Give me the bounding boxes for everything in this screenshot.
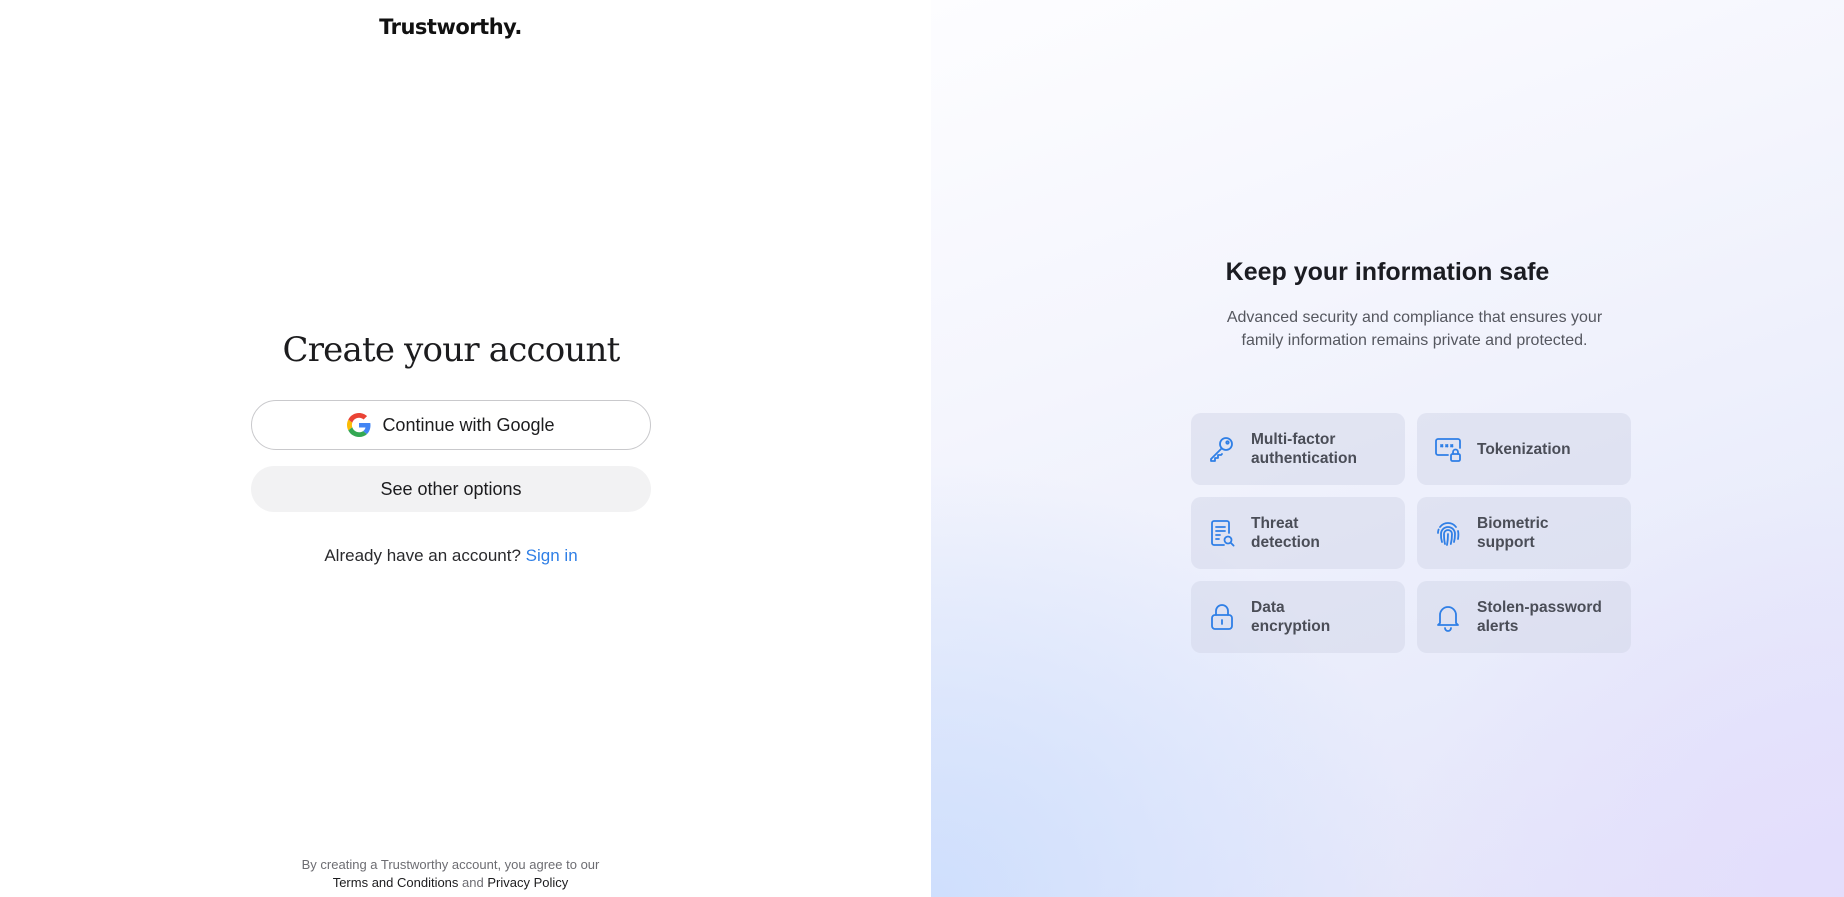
token-lock-icon [1435, 438, 1461, 462]
feature-label: Stolen-password alerts [1477, 599, 1602, 635]
signin-link[interactable]: Sign in [526, 546, 578, 565]
feature-label: Data encryption [1251, 599, 1331, 635]
signup-pane: Trustworthy. Create your account Continu… [0, 0, 931, 897]
key-icon [1210, 437, 1233, 462]
feature-tile-mfa: Multi-factor authentication [1191, 413, 1405, 485]
legal-line: By creating a Trustworthy account, you a… [301, 857, 600, 872]
feature-tile-password-alerts: Stolen-password alerts [1417, 581, 1631, 653]
brand-logo[interactable]: Trustworthy. [0, 15, 901, 39]
feature-label: Threat detection [1251, 515, 1320, 551]
promo-pane: Keep your information safe Advanced secu… [931, 0, 1844, 897]
terms-link[interactable]: Terms and Conditions [333, 875, 459, 890]
signup-form: Create your account Continue with Google… [251, 326, 651, 566]
feature-label: Multi-factor authentication [1251, 431, 1357, 467]
legal-and: and [462, 875, 484, 890]
feature-tile-biometric: Biometric support [1417, 497, 1631, 569]
fingerprint-icon [1437, 522, 1460, 546]
bell-icon [1437, 606, 1459, 632]
promo-title: Keep your information safe [1225, 258, 1550, 286]
feature-tile-encryption: Data encryption [1191, 581, 1405, 653]
google-button-label: Continue with Google [382, 414, 555, 435]
legal-notice: By creating a Trustworthy account, you a… [0, 856, 901, 892]
feature-grid: Multi-factor authentication Tokenization [1191, 413, 1633, 653]
promo-description: Advanced security and compliance that en… [1226, 309, 1603, 349]
feature-label: Biometric support [1477, 515, 1549, 551]
signin-row: Already have an account? Sign in [324, 546, 577, 566]
privacy-link[interactable]: Privacy Policy [487, 875, 568, 890]
lock-icon [1211, 604, 1233, 630]
feature-tile-tokenization: Tokenization [1417, 413, 1631, 485]
document-search-icon [1211, 520, 1235, 547]
google-icon [347, 413, 371, 437]
continue-with-google-button[interactable]: Continue with Google [251, 400, 651, 450]
see-other-options-button[interactable]: See other options [251, 466, 651, 512]
signin-prompt: Already have an account? [324, 546, 521, 565]
feature-label: Tokenization [1477, 440, 1571, 458]
page-title: Create your account [282, 330, 621, 370]
feature-tile-threat-detection: Threat detection [1191, 497, 1405, 569]
